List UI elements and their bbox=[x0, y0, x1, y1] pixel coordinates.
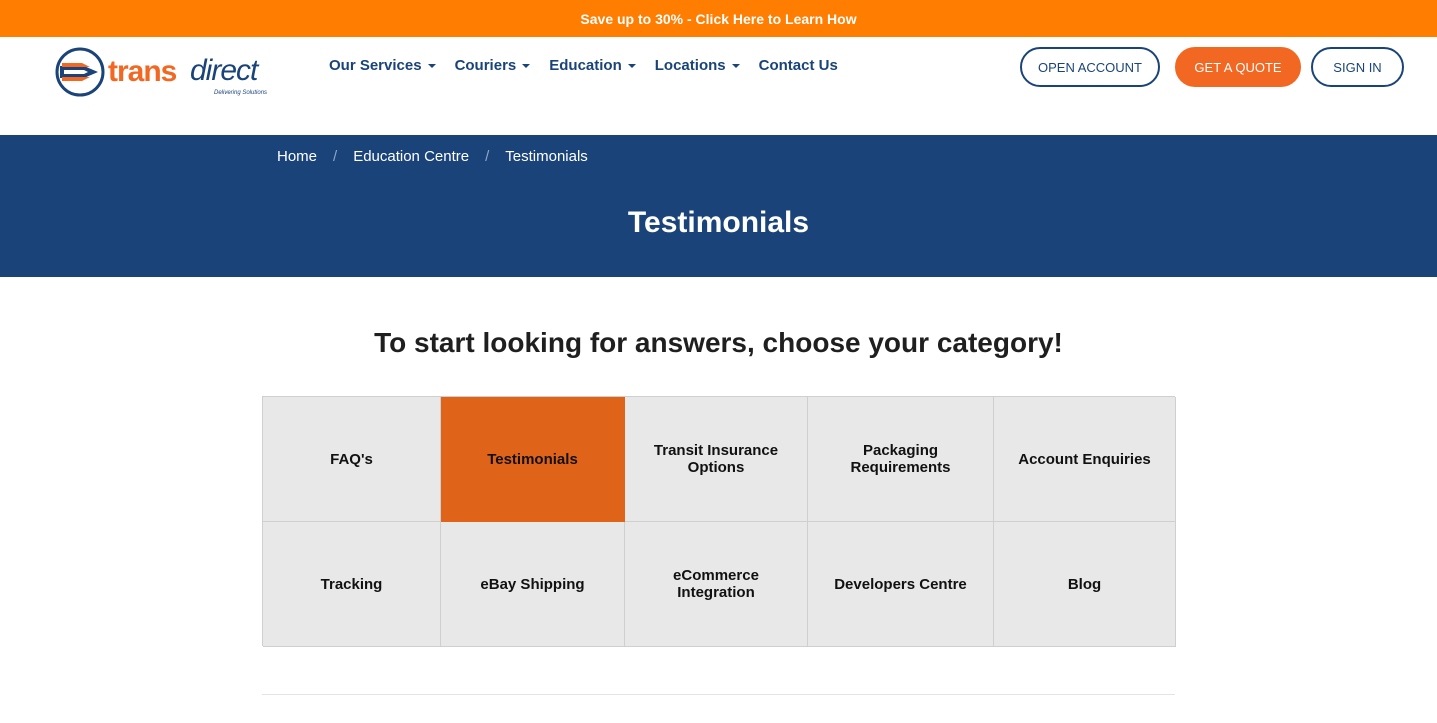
category-tracking[interactable]: Tracking bbox=[263, 522, 441, 647]
page-hero: Home / Education Centre / Testimonials T… bbox=[0, 135, 1437, 277]
category-testimonials[interactable]: Testimonials bbox=[441, 397, 625, 522]
nav-label: Our Services bbox=[329, 57, 422, 74]
nav-label: Education bbox=[549, 57, 622, 74]
logo-word-trans: trans bbox=[108, 55, 177, 88]
logo-word-direct: direct bbox=[190, 54, 258, 87]
category-account-enquiries[interactable]: Account Enquiries bbox=[994, 397, 1176, 522]
nav-label: Couriers bbox=[454, 57, 517, 74]
open-account-button[interactable]: OPEN ACCOUNT bbox=[1020, 47, 1160, 87]
category-faqs[interactable]: FAQ's bbox=[263, 397, 441, 522]
promo-text[interactable]: Save up to 30% - Click Here to Learn How bbox=[580, 11, 856, 27]
logo-tagline: Delivering Solutions bbox=[214, 90, 268, 96]
get-quote-button[interactable]: GET A QUOTE bbox=[1175, 47, 1301, 87]
caret-down-icon bbox=[427, 63, 436, 68]
page-title: Testimonials bbox=[627, 206, 810, 239]
nav-label: Contact Us bbox=[758, 57, 838, 74]
site-header: trans direct Delivering Solutions Our Se… bbox=[0, 37, 1437, 135]
caret-down-icon bbox=[522, 63, 531, 68]
category-ecommerce[interactable]: eCommerce Integration bbox=[625, 522, 808, 647]
promo-banner[interactable]: Save up to 30% - Click Here to Learn How bbox=[0, 0, 1437, 37]
category-developers[interactable]: Developers Centre bbox=[808, 522, 994, 647]
breadcrumb-current: Testimonials bbox=[505, 148, 588, 165]
nav-item-locations[interactable]: Locations bbox=[655, 57, 740, 74]
breadcrumb-separator: / bbox=[485, 148, 490, 165]
section-divider bbox=[262, 694, 1175, 695]
main-nav: Our Services Couriers Education Location… bbox=[329, 57, 857, 74]
breadcrumb-separator: / bbox=[333, 148, 338, 165]
category-ebay-shipping[interactable]: eBay Shipping bbox=[441, 522, 625, 647]
breadcrumb: Home / Education Centre / Testimonials bbox=[277, 148, 588, 165]
nav-item-our-services[interactable]: Our Services bbox=[329, 57, 436, 74]
logo[interactable]: trans direct Delivering Solutions bbox=[54, 46, 274, 98]
sign-in-button[interactable]: SIGN IN bbox=[1311, 47, 1404, 87]
nav-item-education[interactable]: Education bbox=[549, 57, 636, 74]
breadcrumb-education-centre[interactable]: Education Centre bbox=[353, 148, 469, 165]
logo-mark-icon bbox=[55, 47, 105, 97]
category-blog[interactable]: Blog bbox=[994, 522, 1176, 647]
category-headline: To start looking for answers, choose you… bbox=[374, 327, 1063, 358]
category-grid: FAQ's Testimonials Transit Insurance Opt… bbox=[262, 396, 1176, 647]
nav-label: Locations bbox=[654, 57, 726, 74]
breadcrumb-home[interactable]: Home bbox=[277, 148, 317, 165]
caret-down-icon bbox=[731, 63, 740, 68]
caret-down-icon bbox=[627, 63, 636, 68]
nav-item-couriers[interactable]: Couriers bbox=[455, 57, 531, 74]
category-packaging[interactable]: Packaging Requirements bbox=[808, 397, 994, 522]
category-transit-insurance[interactable]: Transit Insurance Options bbox=[625, 397, 808, 522]
nav-item-contact-us[interactable]: Contact Us bbox=[759, 57, 838, 74]
